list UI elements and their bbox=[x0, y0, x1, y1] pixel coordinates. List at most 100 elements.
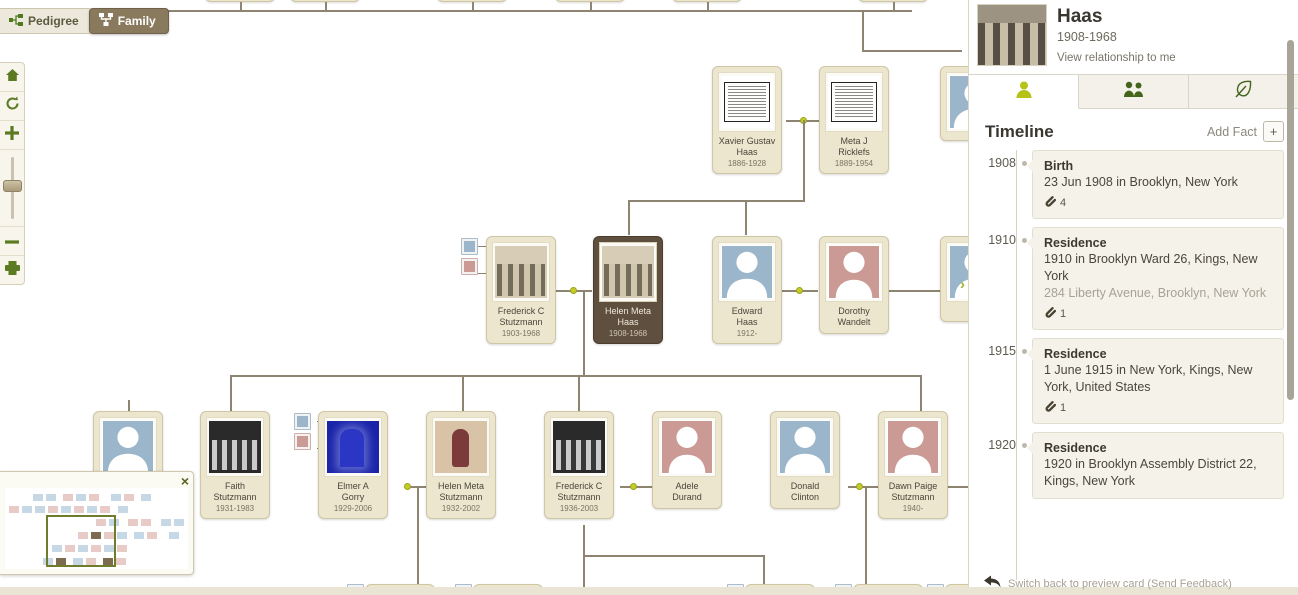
person-name: Stutzmann bbox=[213, 492, 257, 502]
tab-hints[interactable] bbox=[1189, 75, 1298, 108]
timeline-event[interactable]: 1908 Birth 23 Jun 1908 in Brooklyn, New … bbox=[985, 150, 1298, 219]
feedback-text[interactable]: Switch back to preview card (Send Feedba… bbox=[1008, 578, 1232, 590]
tab-family[interactable]: Family bbox=[88, 8, 169, 34]
timeline-event[interactable]: 1915 Residence 1 June 1915 in New York, … bbox=[985, 338, 1298, 424]
reset-button[interactable] bbox=[0, 92, 24, 121]
paperclip-icon bbox=[1044, 195, 1057, 210]
parent-indicator-mother-icon[interactable] bbox=[294, 433, 311, 450]
event-attachments[interactable]: 1 bbox=[1044, 400, 1273, 415]
timeline-list[interactable]: 1908 Birth 23 Jun 1908 in Brooklyn, New … bbox=[969, 150, 1298, 580]
person-name: Stutzmann bbox=[499, 317, 543, 327]
timeline-event[interactable]: 1920 Residence 1920 in Brooklyn Assembly… bbox=[985, 432, 1298, 499]
parent-indicator-mother-icon[interactable] bbox=[461, 258, 478, 275]
minimap-close-icon[interactable]: × bbox=[181, 474, 189, 488]
attachment-count: 1 bbox=[1060, 401, 1067, 414]
person-panel-dates: 1908-1968 bbox=[1057, 30, 1117, 44]
zoom-in-button[interactable] bbox=[0, 121, 24, 150]
event-attachments[interactable]: 1 bbox=[1044, 306, 1273, 321]
person-card[interactable]: Edward Haas 1912- bbox=[712, 236, 782, 344]
person-dates: 1936-2003 bbox=[559, 504, 599, 513]
person-panel-tabs[interactable] bbox=[969, 74, 1298, 109]
person-card[interactable]: Frederick C Stutzmann 1936-2003 bbox=[544, 411, 614, 519]
tree-minimap[interactable]: × bbox=[0, 471, 194, 575]
timeline-event-card[interactable]: Birth 23 Jun 1908 in Brooklyn, New York … bbox=[1026, 150, 1284, 219]
connector-line bbox=[862, 50, 962, 52]
marriage-join-dot bbox=[570, 287, 577, 294]
person-card[interactable]: Frederick C Stutzmann 1903-1968 bbox=[486, 236, 556, 344]
person-panel-photo[interactable] bbox=[977, 4, 1047, 66]
connector-line bbox=[628, 200, 630, 235]
marriage-join-dot bbox=[630, 483, 637, 490]
person-name: Elmer A bbox=[337, 481, 369, 491]
event-attachments[interactable]: 4 bbox=[1044, 195, 1273, 210]
parent-indicator-father-icon[interactable] bbox=[294, 413, 311, 430]
timeline-event-card[interactable]: Residence 1920 in Brooklyn Assembly Dist… bbox=[1026, 432, 1284, 499]
event-description: 1 June 1915 in New York, Kings, New York… bbox=[1044, 363, 1253, 394]
add-fact-label[interactable]: Add Fact bbox=[1207, 125, 1257, 139]
person-photo bbox=[825, 242, 883, 302]
preview-card-feedback-bar[interactable]: Switch back to preview card (Send Feedba… bbox=[975, 573, 1298, 595]
person-card[interactable]: Helen Meta Stutzmann 1932-2002 bbox=[426, 411, 496, 519]
tab-person-facts[interactable] bbox=[969, 75, 1079, 109]
timeline-scrollbar-thumb[interactable] bbox=[1287, 40, 1294, 400]
person-panel-header: Haas 1908-1968 View relationship to me bbox=[969, 0, 1298, 74]
parent-indicator-father-icon[interactable] bbox=[461, 238, 478, 255]
person-name: Meta J bbox=[840, 136, 868, 146]
person-name: Donald bbox=[790, 481, 820, 491]
person-photo bbox=[776, 417, 834, 477]
person-name: Dawn Paige bbox=[888, 481, 938, 491]
expand-chevron-icon[interactable]: › bbox=[960, 277, 965, 292]
tab-pedigree[interactable]: Pedigree bbox=[0, 8, 92, 34]
person-card[interactable]: Adele Durand bbox=[652, 411, 722, 509]
timeline-year: 1920 bbox=[988, 438, 1016, 452]
event-description: 1920 in Brooklyn Assembly District 22, K… bbox=[1044, 457, 1257, 488]
person-card[interactable]: Xavier Gustav Haas 1886-1928 bbox=[712, 66, 782, 174]
connector-line bbox=[745, 200, 747, 235]
person-card[interactable]: Elmer A Gorry 1929-2006 bbox=[318, 411, 388, 519]
person-dates: 1931-1983 bbox=[215, 504, 255, 513]
print-icon bbox=[4, 260, 20, 280]
timeline-event-card[interactable]: Residence 1 June 1915 in New York, Kings… bbox=[1026, 338, 1284, 424]
person-card[interactable]: Meta J Ricklefs 1889-1954 bbox=[819, 66, 889, 174]
minimap-viewport[interactable] bbox=[46, 515, 116, 567]
person-dates: 1908-1968 bbox=[608, 329, 648, 338]
zoom-out-button[interactable] bbox=[0, 227, 24, 256]
connector-line bbox=[948, 486, 968, 488]
connector-line bbox=[862, 10, 864, 50]
home-icon bbox=[5, 68, 20, 87]
home-button[interactable] bbox=[0, 63, 24, 92]
zoom-in-icon bbox=[5, 125, 19, 145]
connector-line bbox=[578, 375, 580, 411]
timeline-event[interactable]: 1910 Residence 1910 in Brooklyn Ward 26,… bbox=[985, 227, 1298, 330]
person-photo bbox=[99, 417, 157, 477]
person-photo bbox=[206, 417, 264, 477]
timeline-event-card[interactable]: Residence 1910 in Brooklyn Ward 26, King… bbox=[1026, 227, 1284, 330]
family-tree-icon bbox=[98, 13, 113, 29]
person-card[interactable]: Dawn Paige Stutzmann 1940- bbox=[878, 411, 948, 519]
tree-toolbar[interactable] bbox=[0, 62, 25, 285]
add-fact-group[interactable]: Add Fact + bbox=[1207, 121, 1284, 142]
person-dates: 1889-1954 bbox=[834, 159, 874, 168]
paperclip-icon bbox=[1044, 306, 1057, 321]
add-fact-button[interactable]: + bbox=[1263, 121, 1284, 142]
zoom-slider[interactable] bbox=[0, 150, 24, 227]
person-card[interactable]: Dorothy Wandelt bbox=[819, 236, 889, 334]
back-arrow-icon[interactable] bbox=[983, 575, 1001, 593]
person-name: Frederick C bbox=[555, 481, 603, 491]
person-card[interactable]: Donald Clinton bbox=[770, 411, 840, 509]
view-relationship-link[interactable]: View relationship to me bbox=[1057, 50, 1176, 66]
minimap-body[interactable] bbox=[5, 488, 188, 569]
tab-family-group[interactable] bbox=[1079, 75, 1189, 108]
person-dates: 1940- bbox=[902, 504, 924, 513]
person-dates: 1886-1928 bbox=[727, 159, 767, 168]
view-mode-tabs[interactable]: Pedigree Family bbox=[0, 8, 169, 34]
person-name: Dorothy bbox=[838, 306, 870, 316]
print-button[interactable] bbox=[0, 256, 24, 284]
connector-line bbox=[920, 375, 922, 411]
person-card[interactable] bbox=[940, 66, 968, 141]
zoom-slider-thumb[interactable] bbox=[3, 180, 22, 192]
person-photo bbox=[432, 417, 490, 477]
person-card-selected[interactable]: Helen Meta Haas 1908-1968 bbox=[593, 236, 663, 344]
event-title: Residence bbox=[1044, 236, 1107, 250]
person-card[interactable]: Faith Stutzmann 1931-1983 bbox=[200, 411, 270, 519]
